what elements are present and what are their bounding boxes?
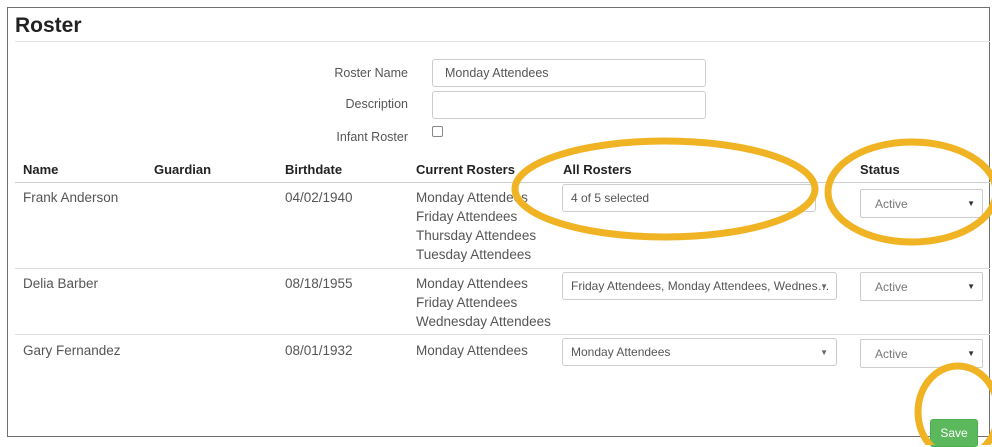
current-roster-item: Friday Attendees <box>416 209 518 224</box>
header-all-rosters: All Rosters <box>563 162 632 177</box>
caret-down-icon: ▼ <box>820 347 828 357</box>
caret-down-icon: ▼ <box>967 349 975 358</box>
row1-all-rosters-select[interactable]: 4 of 5 selected <box>562 184 816 212</box>
row2-name: Delia Barber <box>23 276 99 291</box>
row3-current-rosters: Monday Attendees <box>416 341 528 360</box>
header-status: Status <box>860 162 900 177</box>
row1-status-value: Active <box>875 196 908 211</box>
row3-name: Gary Fernandez <box>23 343 121 358</box>
current-roster-item: Tuesday Attendees <box>416 247 532 262</box>
save-button[interactable]: Save <box>930 419 978 447</box>
row2-status-value: Active <box>875 279 908 294</box>
roster-name-label: Roster Name <box>334 66 408 80</box>
row2-status-select[interactable]: Active ▼ <box>860 272 983 301</box>
roster-name-input[interactable]: Monday Attendees <box>432 59 706 87</box>
row3-birthdate: 08/01/1932 <box>285 343 353 358</box>
description-label: Description <box>345 97 408 111</box>
header-name: Name <box>23 162 59 177</box>
row3-status-value: Active <box>875 346 908 361</box>
header-guardian: Guardian <box>154 162 212 177</box>
row1-name: Frank Anderson <box>23 190 119 205</box>
row3-all-rosters-select[interactable]: Monday Attendees ▼ <box>562 338 837 366</box>
row1-all-rosters-value: 4 of 5 selected <box>571 191 650 205</box>
row1-birthdate: 04/02/1940 <box>285 190 353 205</box>
title-divider <box>15 41 990 42</box>
row1-current-rosters: Monday Attendees Friday Attendees Thursd… <box>416 188 536 264</box>
page-title: Roster <box>15 14 82 37</box>
row-divider <box>15 334 990 335</box>
row2-current-rosters: Monday Attendees Friday Attendees Wednes… <box>416 274 551 331</box>
row1-status-select[interactable]: Active ▼ <box>860 189 983 218</box>
header-birthdate: Birthdate <box>285 162 343 177</box>
current-roster-item: Friday Attendees <box>416 295 518 310</box>
caret-down-icon: ▼ <box>820 281 828 291</box>
caret-down-icon: ▼ <box>967 282 975 291</box>
current-roster-item: Monday Attendees <box>416 343 528 358</box>
row2-all-rosters-select[interactable]: Friday Attendees, Monday Attendees, Wedn… <box>562 272 837 300</box>
current-roster-item: Monday Attendees <box>416 190 528 205</box>
row3-status-select[interactable]: Active ▼ <box>860 339 983 368</box>
row-divider <box>15 268 990 269</box>
infant-roster-checkbox[interactable] <box>432 126 443 137</box>
header-current-rosters: Current Rosters <box>416 162 515 177</box>
description-input[interactable] <box>432 91 706 119</box>
header-divider <box>15 182 990 183</box>
caret-down-icon: ▼ <box>967 199 975 208</box>
current-roster-item: Wednesday Attendees <box>416 314 551 329</box>
current-roster-item: Monday Attendees <box>416 276 528 291</box>
row3-all-rosters-value: Monday Attendees <box>571 345 671 359</box>
infant-roster-label: Infant Roster <box>336 130 408 144</box>
row2-birthdate: 08/18/1955 <box>285 276 353 291</box>
row2-all-rosters-value: Friday Attendees, Monday Attendees, Wedn… <box>571 279 830 293</box>
current-roster-item: Thursday Attendees <box>416 228 537 243</box>
